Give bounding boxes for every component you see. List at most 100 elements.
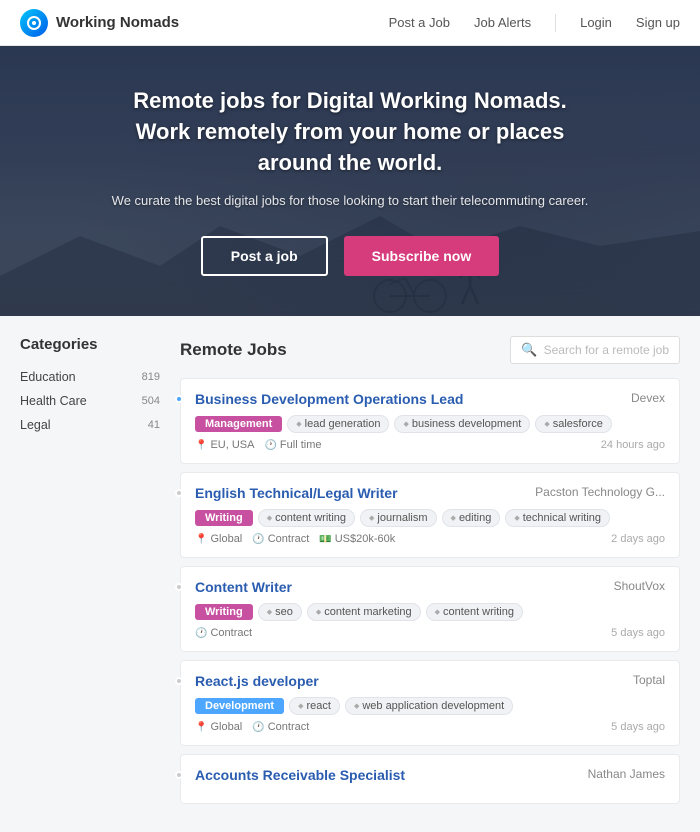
sidebar: Categories Education 819 Health Care 504… <box>20 336 160 437</box>
job-category-tag-2[interactable]: Writing <box>195 510 253 526</box>
nav-signup[interactable]: Sign up <box>636 15 680 30</box>
job-dot-5 <box>175 771 183 779</box>
job-dot-1 <box>175 395 183 403</box>
job-card-4: React.js developer Toptal Development re… <box>180 660 680 746</box>
brand: Working Nomads <box>20 9 389 37</box>
job-type-4: Contract <box>252 721 309 733</box>
main-content: Categories Education 819 Health Care 504… <box>0 316 700 832</box>
job-location-2: Global <box>195 533 242 545</box>
job-location-4: Global <box>195 721 242 733</box>
job-time-1: 24 hours ago <box>601 439 665 451</box>
job-list-header: Remote Jobs 🔍 Search for a remote job <box>180 336 680 364</box>
hero-subtitle: We curate the best digital jobs for thos… <box>110 191 590 212</box>
job-tag-3-1: content marketing <box>307 603 421 621</box>
nav-divider <box>555 14 556 32</box>
job-tag-1-0: lead generation <box>287 415 389 433</box>
job-tags-2: Writing content writing journalism editi… <box>195 509 665 527</box>
job-list-section: Remote Jobs 🔍 Search for a remote job Bu… <box>180 336 680 812</box>
job-meta-3: Contract 5 days ago <box>195 627 665 639</box>
search-icon: 🔍 <box>521 342 537 358</box>
job-tag-2-3: technical writing <box>505 509 610 527</box>
nav-post-job[interactable]: Post a Job <box>389 15 450 30</box>
hero-section: Remote jobs for Digital Working Nomads. … <box>0 46 700 316</box>
job-tags-3: Writing seo content marketing content wr… <box>195 603 665 621</box>
job-type-1: Full time <box>264 439 321 451</box>
job-time-4: 5 days ago <box>611 721 665 733</box>
job-company-1: Devex <box>631 391 665 405</box>
job-time-3: 5 days ago <box>611 627 665 639</box>
sidebar-badge-healthcare: 504 <box>142 395 160 407</box>
job-tag-1-2: salesforce <box>535 415 612 433</box>
job-meta-left-3: Contract <box>195 627 252 639</box>
job-meta-left-4: Global Contract <box>195 721 309 733</box>
navbar-links: Post a Job Job Alerts Login Sign up <box>389 14 680 32</box>
hero-content: Remote jobs for Digital Working Nomads. … <box>90 86 610 275</box>
sidebar-badge-education: 819 <box>142 371 160 383</box>
hero-buttons: Post a job Subscribe now <box>110 236 590 276</box>
hero-title: Remote jobs for Digital Working Nomads. … <box>110 86 590 178</box>
job-company-4: Toptal <box>633 673 665 687</box>
job-category-tag-1[interactable]: Management <box>195 416 282 432</box>
job-card-3: Content Writer ShoutVox Writing seo cont… <box>180 566 680 652</box>
job-type-3: Contract <box>195 627 252 639</box>
job-meta-left-1: EU, USA Full time <box>195 439 321 451</box>
job-dot-4 <box>175 677 183 685</box>
job-tags-4: Development react web application develo… <box>195 697 665 715</box>
job-company-2: Pacston Technology G... <box>535 485 665 499</box>
job-card-header-4: React.js developer Toptal <box>195 673 665 689</box>
job-card-header-1: Business Development Operations Lead Dev… <box>195 391 665 407</box>
job-time-2: 2 days ago <box>611 533 665 545</box>
job-tag-2-2: editing <box>442 509 501 527</box>
brand-logo <box>20 9 48 37</box>
job-tag-3-0: seo <box>258 603 302 621</box>
job-card-5: Accounts Receivable Specialist Nathan Ja… <box>180 754 680 804</box>
sidebar-label-legal: Legal <box>20 418 51 432</box>
job-company-5: Nathan James <box>588 767 665 781</box>
job-tag-3-2: content writing <box>426 603 523 621</box>
job-title-1[interactable]: Business Development Operations Lead <box>195 391 463 407</box>
job-tag-4-1: web application development <box>345 697 513 715</box>
job-category-tag-4[interactable]: Development <box>195 698 284 714</box>
job-list-title: Remote Jobs <box>180 340 287 360</box>
subscribe-button[interactable]: Subscribe now <box>344 236 500 276</box>
job-card-header-2: English Technical/Legal Writer Pacston T… <box>195 485 665 501</box>
search-placeholder: Search for a remote job <box>544 343 669 357</box>
job-meta-2: Global Contract US$20k-60k 2 days ago <box>195 533 665 545</box>
brand-name: Working Nomads <box>56 14 179 31</box>
job-tag-1-1: business development <box>394 415 530 433</box>
job-tag-4-0: react <box>289 697 340 715</box>
sidebar-item-healthcare[interactable]: Health Care 504 <box>20 389 160 413</box>
job-card-2: English Technical/Legal Writer Pacston T… <box>180 472 680 558</box>
job-tag-2-1: journalism <box>360 509 437 527</box>
job-meta-4: Global Contract 5 days ago <box>195 721 665 733</box>
job-card-header-3: Content Writer ShoutVox <box>195 579 665 595</box>
search-box[interactable]: 🔍 Search for a remote job <box>510 336 680 364</box>
job-meta-1: EU, USA Full time 24 hours ago <box>195 439 665 451</box>
sidebar-badge-legal: 41 <box>148 419 160 431</box>
job-tag-2-0: content writing <box>258 509 355 527</box>
job-card-header-5: Accounts Receivable Specialist Nathan Ja… <box>195 767 665 783</box>
navbar: Working Nomads Post a Job Job Alerts Log… <box>0 0 700 46</box>
job-meta-left-2: Global Contract US$20k-60k <box>195 533 395 545</box>
job-title-2[interactable]: English Technical/Legal Writer <box>195 485 398 501</box>
post-job-button[interactable]: Post a job <box>201 236 328 276</box>
job-company-3: ShoutVox <box>614 579 665 593</box>
job-dot-3 <box>175 583 183 591</box>
job-category-tag-3[interactable]: Writing <box>195 604 253 620</box>
sidebar-item-education[interactable]: Education 819 <box>20 365 160 389</box>
job-dot-2 <box>175 489 183 497</box>
job-location-1: EU, USA <box>195 439 254 451</box>
job-tags-1: Management lead generation business deve… <box>195 415 665 433</box>
job-salary-2: US$20k-60k <box>319 533 395 545</box>
job-card-1: Business Development Operations Lead Dev… <box>180 378 680 464</box>
nav-job-alerts[interactable]: Job Alerts <box>474 15 531 30</box>
job-title-5[interactable]: Accounts Receivable Specialist <box>195 767 405 783</box>
sidebar-item-legal[interactable]: Legal 41 <box>20 413 160 437</box>
job-type-2: Contract <box>252 533 309 545</box>
job-title-4[interactable]: React.js developer <box>195 673 319 689</box>
nav-login[interactable]: Login <box>580 15 612 30</box>
job-title-3[interactable]: Content Writer <box>195 579 292 595</box>
sidebar-label-healthcare: Health Care <box>20 394 87 408</box>
sidebar-title: Categories <box>20 336 160 353</box>
sidebar-label-education: Education <box>20 370 76 384</box>
